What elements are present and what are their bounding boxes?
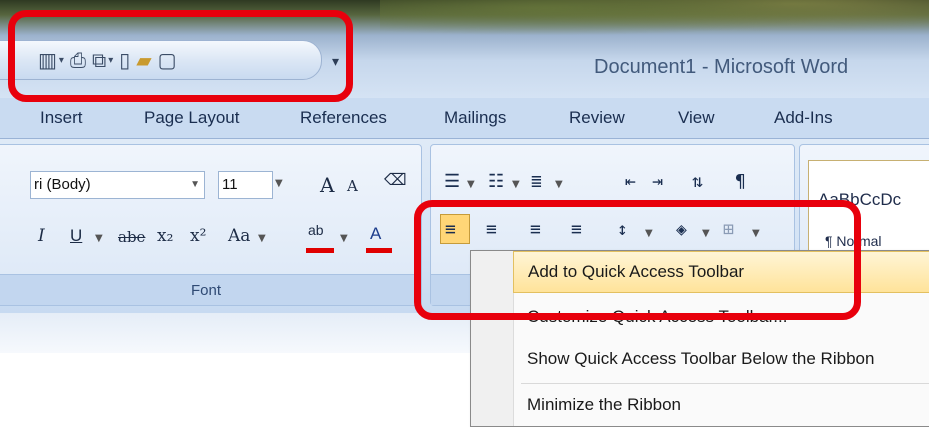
annotation-highlight-menu <box>414 200 861 320</box>
superscript-button[interactable]: x² <box>190 226 206 246</box>
chevron-down-icon[interactable]: ▼ <box>512 179 520 190</box>
grow-font-button[interactable]: A <box>320 173 334 197</box>
shrink-font-button[interactable]: A <box>347 177 358 195</box>
change-case-chevron-icon[interactable]: ▼ <box>258 233 266 244</box>
highlight-color-bar <box>306 248 334 253</box>
clear-formatting-icon[interactable]: ⌫ <box>384 170 407 189</box>
font-group: Font <box>0 144 422 306</box>
subscript-button[interactable]: x₂ <box>157 226 173 246</box>
increase-indent-icon[interactable]: ⇥ <box>652 171 663 192</box>
italic-button[interactable]: I <box>38 226 45 246</box>
font-name-dropdown[interactable]: ri (Body) ▼ <box>30 171 205 199</box>
tab-references[interactable]: References <box>300 108 387 128</box>
menu-item-show-toolbar-below-ribbon[interactable]: Show Quick Access Toolbar Below the Ribb… <box>513 339 929 379</box>
font-group-label: Font <box>190 282 221 299</box>
chevron-down-icon[interactable]: ▼ <box>467 179 475 190</box>
chevron-down-icon: ▼ <box>190 179 200 190</box>
highlight-chevron-icon[interactable]: ▼ <box>340 233 348 244</box>
menu-separator <box>521 383 929 384</box>
font-name-value: ri (Body) <box>34 176 91 193</box>
tab-add-ins[interactable]: Add-Ins <box>774 108 833 128</box>
font-color-bar <box>366 248 392 253</box>
multilevel-list-icon[interactable]: ≣ <box>531 171 542 192</box>
tab-insert[interactable]: Insert <box>40 108 83 128</box>
change-case-button[interactable]: Aa <box>228 226 250 246</box>
font-size-dropdown[interactable]: 11 <box>218 171 273 199</box>
underline-button[interactable]: U <box>70 226 82 246</box>
window-title: Document1 - Microsoft Word <box>594 56 849 78</box>
bullets-icon[interactable]: ☰ <box>444 171 460 192</box>
menu-item-label: Minimize the Ribbon <box>527 395 682 414</box>
highlight-button[interactable]: ab <box>308 222 324 238</box>
tab-mailings[interactable]: Mailings <box>444 108 506 128</box>
menu-item-minimize-ribbon[interactable]: Minimize the Ribbon <box>513 385 929 425</box>
numbering-icon[interactable]: ☷ <box>488 171 504 192</box>
show-marks-icon[interactable]: ¶ <box>735 171 746 192</box>
desktop-background <box>380 0 929 40</box>
chevron-down-icon[interactable]: ▼ <box>555 179 563 190</box>
strikethrough-button[interactable]: abe <box>118 228 145 246</box>
sort-icon[interactable]: ⇅ <box>692 171 703 192</box>
font-size-value: 11 <box>222 176 238 193</box>
ribbon-tabs: Insert Page Layout References Mailings R… <box>0 98 929 139</box>
annotation-highlight-qat <box>8 10 353 102</box>
tab-page-layout[interactable]: Page Layout <box>144 108 239 128</box>
menu-item-label: Show Quick Access Toolbar Below the Ribb… <box>527 349 875 368</box>
font-size-chevron-icon[interactable]: ▼ <box>275 178 283 189</box>
tab-review[interactable]: Review <box>569 108 625 128</box>
tab-view[interactable]: View <box>678 108 715 128</box>
decrease-indent-icon[interactable]: ⇤ <box>625 171 636 192</box>
font-color-button[interactable]: A <box>370 224 381 244</box>
underline-chevron-icon[interactable]: ▼ <box>95 233 103 244</box>
